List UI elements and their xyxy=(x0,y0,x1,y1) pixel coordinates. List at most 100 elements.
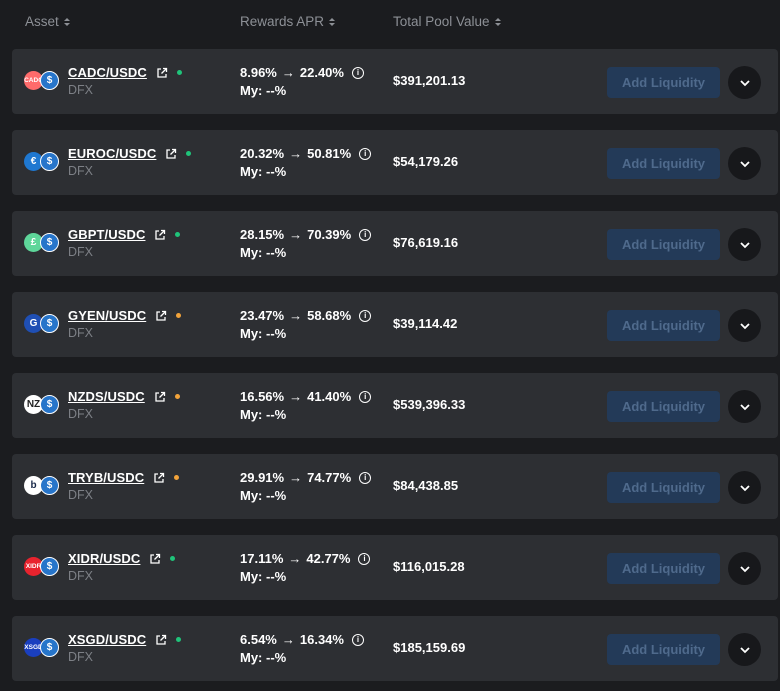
info-icon[interactable]: i xyxy=(359,471,372,484)
apr-values: 16.56% → 41.40% i xyxy=(240,389,372,404)
usdc-icon: $ xyxy=(40,557,59,576)
info-icon[interactable]: i xyxy=(359,390,372,403)
my-apr: My: --% xyxy=(240,83,287,98)
protocol-label: DFX xyxy=(68,164,93,178)
pool-pair-link[interactable]: XIDR/USDC xyxy=(68,551,140,566)
apr-values: 17.11% → 42.77% i xyxy=(240,551,371,566)
external-link-icon[interactable] xyxy=(153,472,165,484)
info-icon[interactable]: i xyxy=(359,147,372,160)
header-apr-sort[interactable]: Rewards APR xyxy=(240,14,336,29)
chevron-down-icon xyxy=(739,322,750,329)
add-liquidity-button[interactable]: Add Liquidity xyxy=(607,229,720,260)
pool-pair-link[interactable]: EUROC/USDC xyxy=(68,146,156,161)
add-liquidity-button[interactable]: Add Liquidity xyxy=(607,391,720,422)
apr-boost: 42.77% xyxy=(306,551,351,566)
apr-values: 20.32% → 50.81% i xyxy=(240,146,372,161)
pool-pair-link[interactable]: TRYB/USDC xyxy=(68,470,144,485)
my-apr: My: --% xyxy=(240,650,287,665)
arrow-right-icon: → xyxy=(288,551,302,566)
add-liquidity-button[interactable]: Add Liquidity xyxy=(607,553,720,584)
apr-boost: 50.81% xyxy=(307,146,352,161)
chevron-down-icon xyxy=(739,565,750,572)
info-icon[interactable]: i xyxy=(351,633,364,646)
apr-base: 29.91% xyxy=(240,470,285,485)
total-pool-value: $185,159.69 xyxy=(393,640,466,655)
sort-icon xyxy=(329,17,336,26)
my-apr: My: --% xyxy=(240,164,287,179)
apr-values: 28.15% → 70.39% i xyxy=(240,227,372,242)
expand-button[interactable] xyxy=(728,66,761,99)
expand-button[interactable] xyxy=(728,552,761,585)
apr-base: 23.47% xyxy=(240,308,285,323)
apr-boost: 22.40% xyxy=(299,65,344,80)
pool-pair-link[interactable]: GYEN/USDC xyxy=(68,308,146,323)
info-icon[interactable]: i xyxy=(358,552,371,565)
add-liquidity-button[interactable]: Add Liquidity xyxy=(607,67,720,98)
token-pair-icons: XSGD $ xyxy=(24,638,60,658)
pool-pair-link[interactable]: GBPT/USDC xyxy=(68,227,145,242)
apr-base: 17.11% xyxy=(240,551,284,566)
info-icon[interactable]: i xyxy=(351,66,364,79)
protocol-label: DFX xyxy=(68,326,93,340)
header-asset-sort[interactable]: Asset xyxy=(25,14,70,29)
apr-base: 20.32% xyxy=(240,146,285,161)
status-dot xyxy=(176,637,182,642)
status-dot xyxy=(176,70,182,75)
token-pair-icons: NZ $ xyxy=(24,395,60,415)
protocol-label: DFX xyxy=(68,407,93,421)
expand-button[interactable] xyxy=(728,633,761,666)
pool-pair-link[interactable]: NZDS/USDC xyxy=(68,389,145,404)
pool-row: XSGD $ XSGD/USDC DFX 6.54% → 16.34% i My… xyxy=(12,616,778,681)
expand-button[interactable] xyxy=(728,390,761,423)
apr-base: 8.96% xyxy=(240,65,277,80)
apr-boost: 41.40% xyxy=(307,389,352,404)
pool-pair-link[interactable]: XSGD/USDC xyxy=(68,632,146,647)
arrow-right-icon: → xyxy=(289,470,303,485)
external-link-icon[interactable] xyxy=(155,310,167,322)
apr-base: 28.15% xyxy=(240,227,285,242)
apr-boost: 70.39% xyxy=(307,227,352,242)
token-pair-icons: € $ xyxy=(24,152,60,172)
info-icon[interactable]: i xyxy=(359,309,372,322)
status-dot xyxy=(176,313,182,318)
expand-button[interactable] xyxy=(728,309,761,342)
usdc-icon: $ xyxy=(40,476,59,495)
add-liquidity-button[interactable]: Add Liquidity xyxy=(607,148,720,179)
expand-button[interactable] xyxy=(728,228,761,261)
info-icon[interactable]: i xyxy=(359,228,372,241)
usdc-icon: $ xyxy=(40,638,59,657)
my-apr: My: --% xyxy=(240,245,287,260)
protocol-label: DFX xyxy=(68,488,93,502)
total-pool-value: $39,114.42 xyxy=(393,316,458,331)
my-apr: My: --% xyxy=(240,407,287,422)
external-link-icon[interactable] xyxy=(149,553,161,565)
total-pool-value: $54,179.26 xyxy=(393,154,459,169)
arrow-right-icon: → xyxy=(289,389,303,404)
header-apr-label: Rewards APR xyxy=(240,14,325,29)
add-liquidity-button[interactable]: Add Liquidity xyxy=(607,310,720,341)
apr-boost: 16.34% xyxy=(299,632,344,647)
header-tvl-sort[interactable]: Total Pool Value xyxy=(393,14,501,29)
expand-button[interactable] xyxy=(728,471,761,504)
sort-icon xyxy=(63,17,70,26)
pool-row: XIDR $ XIDR/USDC DFX 17.11% → 42.77% i M… xyxy=(12,535,778,600)
protocol-label: DFX xyxy=(68,83,93,97)
status-dot xyxy=(186,151,192,156)
add-liquidity-button[interactable]: Add Liquidity xyxy=(607,472,720,503)
external-link-icon[interactable] xyxy=(155,634,167,646)
protocol-label: DFX xyxy=(68,650,93,664)
expand-button[interactable] xyxy=(728,147,761,180)
external-link-icon[interactable] xyxy=(154,229,166,241)
pool-row: NZ $ NZDS/USDC DFX 16.56% → 41.40% i My:… xyxy=(12,373,778,438)
apr-boost: 58.68% xyxy=(307,308,352,323)
external-link-icon[interactable] xyxy=(154,391,166,403)
pool-row: £ $ GBPT/USDC DFX 28.15% → 70.39% i My: … xyxy=(12,211,778,276)
pool-pair-link[interactable]: CADC/USDC xyxy=(68,65,147,80)
external-link-icon[interactable] xyxy=(156,67,168,79)
sort-icon xyxy=(494,17,501,26)
pool-row: b $ TRYB/USDC DFX 29.91% → 74.77% i My: … xyxy=(12,454,778,519)
pool-list: CADC $ CADC/USDC DFX 8.96% → 22.40% i My… xyxy=(12,49,778,691)
external-link-icon[interactable] xyxy=(165,148,177,160)
add-liquidity-button[interactable]: Add Liquidity xyxy=(607,634,720,665)
usdc-icon: $ xyxy=(40,71,59,90)
